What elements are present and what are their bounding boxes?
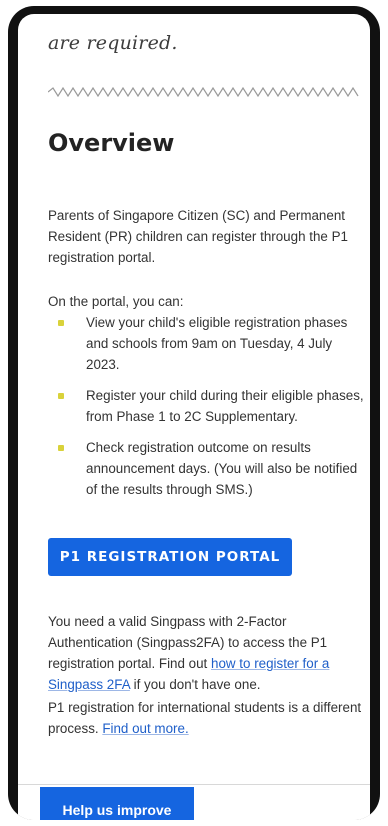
bullet-icon [58, 445, 64, 451]
find-out-more-link[interactable]: Find out more. [102, 721, 188, 736]
section-heading-fragment: are required. [48, 32, 178, 54]
intro-paragraph: Parents of Singapore Citizen (SC) and Pe… [48, 208, 348, 266]
international-text: P1 registration for international studen… [48, 700, 362, 737]
list-item: Check registration outcome on results an… [48, 437, 364, 500]
portal-feature-list: View your child's eligible registration … [48, 312, 364, 500]
list-item-text: View your child's eligible registration … [86, 315, 348, 372]
international-paragraph: P1 registration for international studen… [48, 697, 364, 739]
wavy-divider [48, 86, 359, 98]
list-item: Register your child during their eligibl… [48, 385, 364, 427]
p1-registration-portal-button[interactable]: P1 REGISTRATION PORTAL [48, 538, 292, 576]
list-item: View your child's eligible registration … [48, 312, 364, 375]
feedback-bar: Help us improve [18, 784, 370, 820]
list-item-text: Register your child during their eligibl… [86, 388, 364, 424]
help-us-improve-button[interactable]: Help us improve [40, 787, 194, 820]
singpass-text-end: if you don't have one. [129, 677, 261, 693]
bullet-icon [58, 320, 64, 326]
screen: are required. Overview Parents of Singap… [18, 14, 370, 820]
overview-title: Overview [48, 129, 175, 157]
singpass-paragraph: You need a valid Singpass with 2-Factor … [48, 611, 364, 695]
list-item-text: Check registration outcome on results an… [86, 440, 358, 497]
bullet-icon [58, 393, 64, 399]
phone-frame: are required. Overview Parents of Singap… [8, 6, 380, 820]
portal-lead: On the portal, you can: [48, 294, 184, 310]
